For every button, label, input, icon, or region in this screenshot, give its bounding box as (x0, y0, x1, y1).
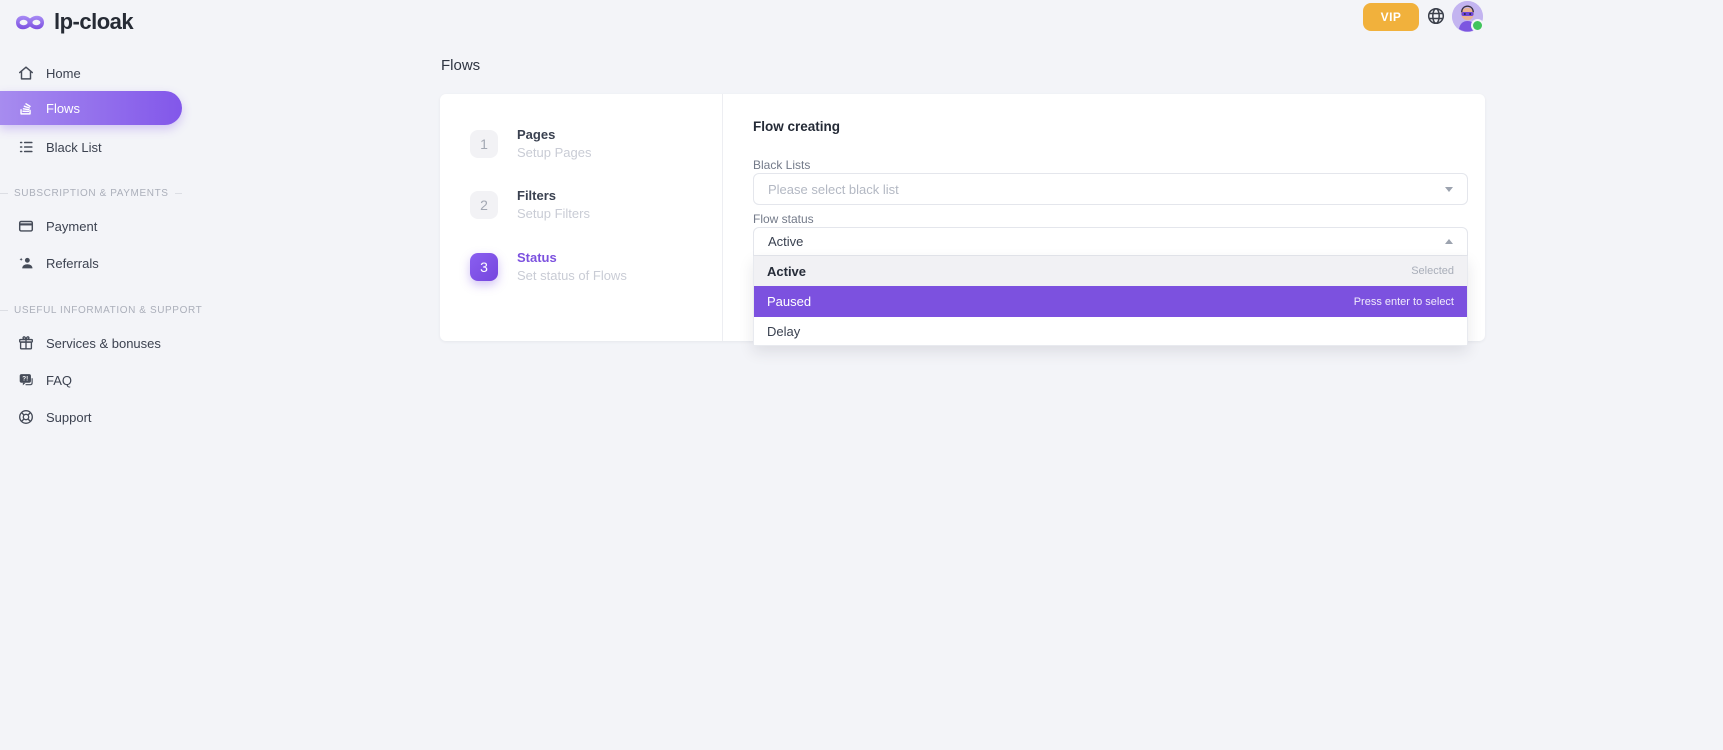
option-label: Active (767, 264, 806, 279)
sidebar-item-payment[interactable]: Payment (0, 209, 182, 243)
chevron-down-icon (1445, 187, 1453, 192)
black-lists-label: Black Lists (753, 158, 810, 172)
step-title: Pages (517, 127, 591, 142)
step-filters[interactable]: 2 Filters Setup Filters (470, 188, 590, 221)
sidebar-item-services[interactable]: Services & bonuses (0, 326, 182, 360)
online-status-dot (1471, 19, 1484, 32)
sidebar-item-support[interactable]: Support (0, 400, 182, 434)
home-icon (17, 64, 35, 82)
sidebar-item-label: Black List (46, 140, 102, 155)
language-globe-icon[interactable] (1426, 6, 1446, 26)
option-paused[interactable]: Paused Press enter to select (754, 286, 1467, 317)
card-divider (722, 94, 723, 341)
app-root: lp-cloak Home Flows Black List (0, 0, 1723, 750)
brand-logo[interactable]: lp-cloak (14, 9, 133, 35)
option-active[interactable]: Active Selected (754, 256, 1467, 286)
flow-status-value: Active (768, 234, 803, 249)
sidebar-item-faq[interactable]: ?! FAQ (0, 363, 182, 397)
option-hint: Press enter to select (1354, 296, 1454, 308)
section-header-support: USEFUL INFORMATION & SUPPORT (0, 303, 182, 317)
flow-status-select[interactable]: Active (753, 227, 1468, 256)
sidebar-item-label: Payment (46, 219, 97, 234)
step-subtitle: Setup Filters (517, 206, 590, 221)
lifebuoy-icon (17, 408, 35, 426)
person-star-icon (17, 254, 35, 272)
option-hint: Selected (1411, 265, 1454, 277)
section-header-label: SUBSCRIPTION & PAYMENTS (14, 188, 169, 199)
option-delay[interactable]: Delay (754, 317, 1467, 345)
step-status[interactable]: 3 Status Set status of Flows (470, 250, 627, 283)
option-label: Delay (767, 324, 800, 339)
step-number-badge: 1 (470, 130, 498, 158)
flow-wizard-card: 1 Pages Setup Pages 2 Filters Setup Filt… (440, 94, 1485, 341)
sidebar-item-black-list[interactable]: Black List (0, 130, 182, 164)
vip-button[interactable]: VIP (1363, 3, 1419, 31)
sidebar-item-label: Flows (46, 101, 80, 116)
list-icon (17, 138, 35, 156)
gift-icon (17, 334, 35, 352)
credit-card-icon (17, 217, 35, 235)
mask-logo-icon (14, 12, 46, 33)
sidebar-item-label: FAQ (46, 373, 72, 388)
step-subtitle: Setup Pages (517, 145, 591, 160)
page-title: Flows (441, 57, 480, 74)
user-avatar[interactable] (1452, 1, 1483, 32)
sidebar-item-label: Referrals (46, 256, 99, 271)
svg-text:?!: ?! (22, 376, 28, 383)
step-pages[interactable]: 1 Pages Setup Pages (470, 127, 591, 160)
black-lists-placeholder: Please select black list (768, 182, 899, 197)
faq-bubble-icon: ?! (17, 371, 35, 389)
step-subtitle: Set status of Flows (517, 268, 627, 283)
sidebar-item-label: Services & bonuses (46, 336, 161, 351)
step-title: Status (517, 250, 627, 265)
step-number-badge: 3 (470, 253, 498, 281)
section-header-label: USEFUL INFORMATION & SUPPORT (14, 305, 202, 316)
flow-status-dropdown: Active Selected Paused Press enter to se… (753, 256, 1468, 346)
sidebar-item-flows[interactable]: Flows (0, 91, 182, 125)
form-title: Flow creating (753, 119, 840, 134)
chevron-up-icon (1445, 239, 1453, 244)
vip-label: VIP (1381, 10, 1402, 24)
sidebar-item-label: Support (46, 410, 92, 425)
section-header-subscription: SUBSCRIPTION & PAYMENTS (0, 186, 182, 200)
step-title: Filters (517, 188, 590, 203)
brand-name: lp-cloak (54, 9, 133, 35)
sidebar-item-label: Home (46, 66, 81, 81)
flow-status-label: Flow status (753, 212, 814, 226)
black-lists-select[interactable]: Please select black list (753, 173, 1468, 205)
option-label: Paused (767, 294, 811, 309)
sidebar-item-referrals[interactable]: Referrals (0, 246, 182, 280)
sidebar-item-home[interactable]: Home (0, 56, 182, 90)
flows-stack-icon (17, 99, 35, 117)
step-number-badge: 2 (470, 191, 498, 219)
